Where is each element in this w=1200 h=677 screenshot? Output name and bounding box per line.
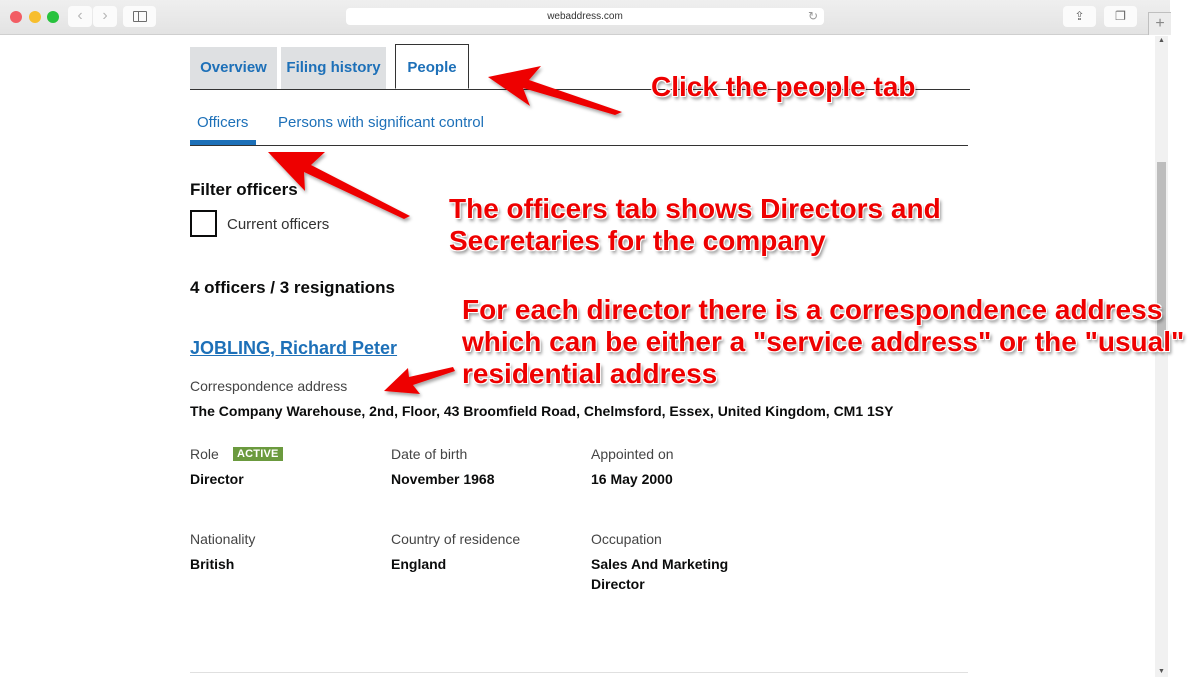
correspondence-address-label: Correspondence address xyxy=(190,378,348,394)
occupation-value-line2: Director xyxy=(591,576,645,592)
tabs-overview-icon: ❐ xyxy=(1115,9,1126,23)
annotation-rule-left xyxy=(620,89,652,90)
occupation-label: Occupation xyxy=(591,531,662,547)
reload-icon[interactable]: ↻ xyxy=(808,8,818,25)
maximize-window-icon[interactable] xyxy=(47,11,59,23)
close-window-icon[interactable] xyxy=(10,11,22,23)
tab-filing-history[interactable]: Filing history xyxy=(281,47,386,89)
sidebar-toggle-button[interactable] xyxy=(123,6,156,27)
appointed-on-label: Appointed on xyxy=(591,446,674,462)
date-of-birth-value: November 1968 xyxy=(391,471,495,487)
arrow-to-correspondence-icon xyxy=(384,367,455,394)
active-tab-indicator xyxy=(190,140,256,145)
current-officers-label[interactable]: Current officers xyxy=(227,216,329,233)
tab-people[interactable]: People xyxy=(395,44,469,89)
tab-overview[interactable]: Overview xyxy=(190,47,277,89)
country-of-residence-label: Country of residence xyxy=(391,531,521,547)
browser-toolbar: ‹ › webaddress.com ↻ ⇪ ❐ xyxy=(0,0,1170,35)
occupation-value-line1: Sales And Marketing xyxy=(591,556,729,572)
chevron-left-icon: ‹ xyxy=(77,7,83,24)
filter-heading: Filter officers xyxy=(190,180,298,199)
section-divider xyxy=(190,672,968,673)
scroll-up-icon[interactable]: ▲ xyxy=(1155,37,1168,44)
annotation-officers-tab: The officers tab shows Directors and Sec… xyxy=(449,193,941,256)
country-of-residence-value: England xyxy=(391,556,447,572)
officer-name-link[interactable]: JOBLING, Richard Peter xyxy=(190,338,397,359)
current-officers-checkbox[interactable] xyxy=(190,210,217,237)
role-value: Director xyxy=(190,471,244,487)
role-label: Role xyxy=(190,446,219,462)
correspondence-address-value: The Company Warehouse, 2nd, Floor, 43 Br… xyxy=(190,403,894,419)
plus-icon: + xyxy=(1155,15,1165,32)
nationality-label: Nationality xyxy=(190,531,256,547)
new-tab-button[interactable]: + xyxy=(1148,12,1171,35)
url-text: webaddress.com xyxy=(547,11,623,22)
back-button[interactable]: ‹ xyxy=(68,6,92,27)
tabs-overview-button[interactable]: ❐ xyxy=(1104,6,1137,27)
address-bar[interactable]: webaddress.com ↻ xyxy=(346,8,824,25)
nationality-value: British xyxy=(190,556,235,572)
appointed-on-value: 16 May 2000 xyxy=(591,471,673,487)
chevron-right-icon: › xyxy=(102,7,108,24)
date-of-birth-label: Date of birth xyxy=(391,446,468,462)
annotation-rule-right xyxy=(922,89,970,90)
scroll-down-icon[interactable]: ▼ xyxy=(1155,668,1168,675)
minimize-window-icon[interactable] xyxy=(29,11,41,23)
status-badge: ACTIVE xyxy=(233,447,283,461)
share-button[interactable]: ⇪ xyxy=(1063,6,1096,27)
share-icon: ⇪ xyxy=(1074,9,1085,23)
forward-button[interactable]: › xyxy=(93,6,117,27)
officer-counts: 4 officers / 3 resignations xyxy=(190,278,396,297)
tab-officers[interactable]: Officers xyxy=(197,114,248,131)
annotation-correspondence: For each director there is a corresponde… xyxy=(462,294,1185,389)
tab-persons-with-significant-control[interactable]: Persons with significant control xyxy=(278,114,484,131)
sub-tab-bar: Officers Persons with significant contro… xyxy=(190,106,968,146)
annotation-people-tab: Click the people tab xyxy=(651,71,916,102)
sidebar-icon xyxy=(133,11,147,22)
